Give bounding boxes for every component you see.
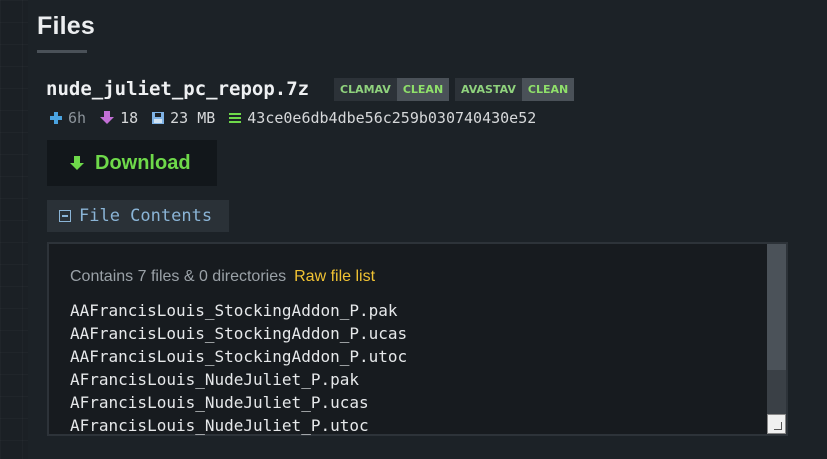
plus-icon	[50, 112, 62, 124]
meta-age-value: 6h	[68, 109, 87, 127]
meta-size-value: 23 MB	[170, 109, 216, 127]
download-arrow-icon	[100, 111, 115, 124]
vertical-scrollbar[interactable]	[767, 244, 786, 434]
scan-engine-label: AVASTAV	[455, 78, 522, 101]
raw-file-list-link[interactable]: Raw file list	[294, 268, 375, 285]
scan-result-label: CLEAN	[396, 78, 450, 101]
files-panel: Files nude_juliet_pc_repop.7z CLAMAV CLE…	[28, 0, 827, 459]
meta-size: 23 MB	[152, 109, 215, 127]
section-underline	[37, 50, 87, 53]
meta-hash-value: 43ce0e6db4dbe56c259b030740430e52	[247, 109, 537, 127]
contents-summary-text: Contains 7 files & 0 directories	[70, 268, 287, 285]
scrollbar-thumb[interactable]	[767, 244, 786, 370]
list-item: AFrancisLouis_NudeJuliet_P.pak	[70, 370, 359, 389]
resize-handle-icon[interactable]	[767, 414, 786, 434]
section-title: Files	[37, 12, 95, 40]
floppy-disk-icon	[152, 112, 165, 124]
hash-lines-icon	[229, 113, 242, 123]
download-button[interactable]: Download	[47, 140, 217, 186]
contents-summary: Contains 7 files & 0 directories Raw file…	[70, 268, 375, 286]
download-button-label: Download	[95, 151, 191, 174]
file-contents-label: File Contents	[79, 206, 213, 226]
list-item: AFrancisLouis_NudeJuliet_P.utoc	[70, 416, 369, 435]
file-name: nude_juliet_pc_repop.7z	[46, 78, 310, 100]
file-meta-row: 6h 18 23 MB 43ce0e6db4dbe56c259b03074043…	[50, 108, 550, 128]
scan-badge-clamav: CLAMAV CLEAN	[334, 78, 450, 101]
file-contents-toggle[interactable]: File Contents	[47, 200, 229, 232]
file-contents-listing[interactable]: Contains 7 files & 0 directories Raw file…	[47, 242, 788, 436]
meta-age: 6h	[50, 109, 86, 127]
list-item: AAFrancisLouis_StockingAddon_P.pak	[70, 301, 398, 320]
meta-downloads-value: 18	[120, 109, 139, 127]
list-item: AAFrancisLouis_StockingAddon_P.ucas	[70, 324, 408, 343]
file-list: AAFrancisLouis_StockingAddon_P.pak AAFra…	[70, 299, 407, 437]
scan-result-label: CLEAN	[521, 78, 575, 101]
collapse-minus-icon	[59, 210, 71, 222]
meta-hash: 43ce0e6db4dbe56c259b030740430e52	[229, 109, 536, 127]
download-arrow-icon	[70, 156, 84, 170]
scan-engine-label: CLAMAV	[334, 78, 397, 101]
list-item: AAFrancisLouis_StockingAddon_P.utoc	[70, 347, 408, 366]
scan-badge-avastav: AVASTAV CLEAN	[455, 78, 575, 101]
meta-downloads: 18	[100, 109, 138, 127]
list-item: AFrancisLouis_NudeJuliet_P.ucas	[70, 393, 369, 412]
